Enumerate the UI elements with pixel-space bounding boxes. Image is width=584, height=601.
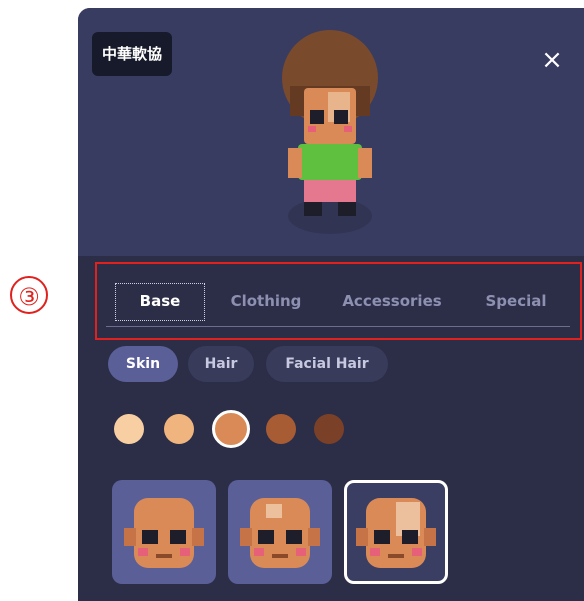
avatar-shirt xyxy=(298,144,362,180)
bald-head-spotted-icon xyxy=(240,498,320,568)
tab-accessories[interactable]: Accessories xyxy=(332,278,452,326)
tab-special[interactable]: Special xyxy=(466,278,566,326)
skin-option-spotted-heavy[interactable] xyxy=(344,480,448,584)
tab-clothing[interactable]: Clothing xyxy=(216,278,316,326)
skin-color-swatch-4[interactable] xyxy=(266,414,296,444)
avatar-preview xyxy=(282,30,378,234)
avatar-arm-right xyxy=(358,148,372,178)
avatar-cheek-left xyxy=(308,126,316,132)
avatar-editor-panel: 中華軟協 × Base Clothing Accessories Special… xyxy=(78,8,584,601)
close-icon[interactable]: × xyxy=(538,46,566,74)
avatar-eye-right xyxy=(334,110,348,124)
skin-color-swatch-2[interactable] xyxy=(164,414,194,444)
skin-option-plain[interactable] xyxy=(112,480,216,584)
category-tabs: Base Clothing Accessories Special xyxy=(106,278,570,327)
subtab-hair[interactable]: Hair xyxy=(188,346,254,382)
avatar-arm-left xyxy=(288,148,302,178)
skin-color-swatch-5[interactable] xyxy=(314,414,344,444)
avatar-pants xyxy=(304,180,356,202)
avatar-cheek-right xyxy=(344,126,352,132)
avatar-foot-right xyxy=(338,202,356,216)
subtab-skin[interactable]: Skin xyxy=(108,346,178,382)
annotation-number-marker: ③ xyxy=(10,276,48,314)
bald-head-icon xyxy=(124,498,204,568)
skin-option-spotted-light[interactable] xyxy=(228,480,332,584)
avatar-eye-left xyxy=(310,110,324,124)
skin-color-swatch-1[interactable] xyxy=(114,414,144,444)
skin-color-swatch-3[interactable] xyxy=(212,410,250,448)
avatar-preview-header: 中華軟協 × xyxy=(78,8,584,256)
subtab-facial-hair[interactable]: Facial Hair xyxy=(266,346,388,382)
organization-badge: 中華軟協 xyxy=(92,32,172,76)
bald-head-heavy-spotted-icon xyxy=(356,498,436,568)
avatar-foot-left xyxy=(304,202,322,216)
avatar-shadow xyxy=(288,198,372,234)
tab-base[interactable]: Base xyxy=(110,278,210,326)
